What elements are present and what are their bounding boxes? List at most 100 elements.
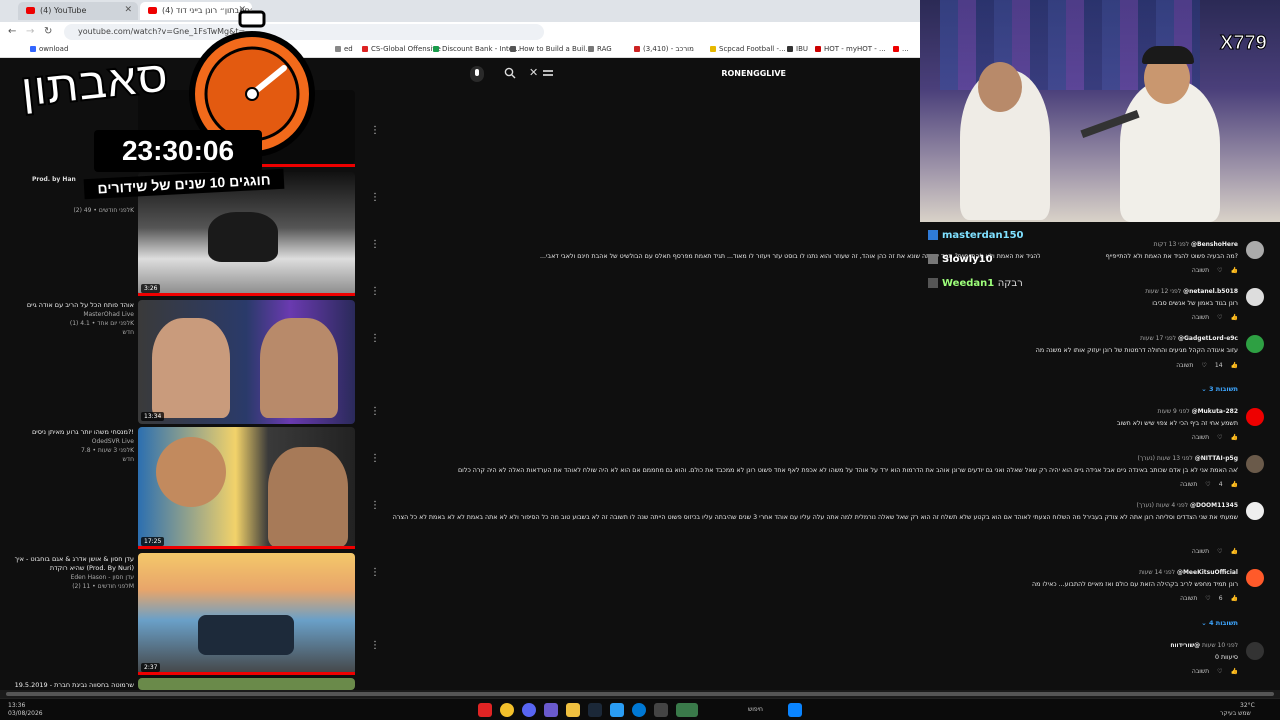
avatar[interactable]: [1246, 408, 1264, 426]
thumbnail-person: [152, 318, 230, 418]
like-icon[interactable]: 👍: [1231, 548, 1238, 555]
like-icon[interactable]: 👍: [1231, 267, 1238, 274]
avatar[interactable]: [1246, 288, 1264, 306]
more-options-icon[interactable]: ⋮: [370, 334, 380, 344]
bookmark[interactable]: CS-Global Offensive: [362, 45, 441, 53]
more-options-icon[interactable]: ⋮: [370, 641, 380, 651]
dislike-icon[interactable]: ♡: [1205, 481, 1210, 488]
comment-header: לפני 10 שעות @שורידווח: [1170, 642, 1238, 649]
dislike-icon[interactable]: ♡: [1217, 434, 1222, 441]
more-options-icon[interactable]: ⋮: [370, 501, 380, 511]
comment-text: 0 סיעוות: [1214, 654, 1238, 661]
bookmark[interactable]: How to Build a Buil...: [510, 45, 592, 53]
comment-text: תשמע אחי זה ביף הכי לא צפוי שיש ולא חשוב: [1116, 420, 1238, 427]
chat-text: רבקה: [997, 278, 1023, 289]
dislike-icon[interactable]: ♡: [1217, 314, 1222, 321]
chrome-icon[interactable]: [500, 703, 514, 717]
weather-desc: שמש בעיקר: [1220, 710, 1251, 717]
avatar[interactable]: [1246, 569, 1264, 587]
folder-icon[interactable]: [566, 703, 580, 717]
video-duration: 17:25: [141, 537, 165, 546]
bookmark[interactable]: ...: [893, 45, 909, 53]
horizontal-scrollbar[interactable]: [0, 690, 1280, 698]
dislike-icon[interactable]: ♡: [1217, 548, 1222, 555]
like-icon[interactable]: 👍: [1231, 595, 1238, 602]
bookmark[interactable]: IBU: [787, 45, 808, 53]
channel-name[interactable]: RONENGGLIVE: [690, 69, 786, 78]
reply-button[interactable]: תשובה: [1176, 362, 1193, 369]
thumbnail-person: [156, 437, 226, 507]
discord-icon[interactable]: [522, 703, 536, 717]
bookmark[interactable]: RAG: [588, 45, 612, 53]
reply-button[interactable]: תשובה: [1192, 548, 1209, 555]
video-thumbnail[interactable]: [138, 678, 355, 690]
avatar[interactable]: [1246, 335, 1264, 353]
recommended-item-text[interactable]: 19.5.2019 - שרמוטה בחסווה נביגת חברת: [0, 681, 134, 690]
recommended-item-text[interactable]: (2) לפני חודשים • 49K: [0, 206, 134, 215]
app-icon[interactable]: [654, 703, 668, 717]
search-icon[interactable]: [504, 67, 516, 79]
more-options-icon[interactable]: ⋮: [370, 407, 380, 417]
dislike-icon[interactable]: ♡: [1201, 362, 1206, 369]
video-thumbnail[interactable]: 17:25: [138, 427, 355, 549]
bookmark[interactable]: Scpcad Football -...: [710, 45, 786, 53]
subathon-timer: 23:30:06: [94, 130, 262, 172]
overlay-title: סאבתון: [17, 48, 171, 117]
more-options-icon[interactable]: ⋮: [370, 126, 380, 136]
more-options-icon[interactable]: ⋮: [370, 193, 380, 203]
comment-header: לפני 13 שעות (נערך) @NITTAI-p5g: [1137, 455, 1238, 462]
video-thumbnail[interactable]: 13:34: [138, 300, 355, 424]
like-icon[interactable]: 👍: [1231, 481, 1238, 488]
dislike-icon[interactable]: ♡: [1205, 595, 1210, 602]
video-title: אוהד פותח הכל על הריב עם אודה גיים: [26, 301, 134, 309]
app-icon[interactable]: [610, 703, 624, 717]
reply-button[interactable]: תשובה: [1192, 314, 1209, 321]
reply-button[interactable]: תשובה: [1180, 481, 1197, 488]
app-icon[interactable]: [478, 703, 492, 717]
more-options-icon[interactable]: ⋮: [370, 568, 380, 578]
video-meta: (2) לפני חודשים • 49K: [73, 207, 134, 214]
reply-button[interactable]: תשובה: [1192, 668, 1209, 675]
taskbar-search[interactable]: חיפוש: [748, 706, 763, 713]
taskbar: 13:36 03/08/2026 חיפוש 32°C שמש בעיקר: [0, 698, 1280, 720]
edge-icon[interactable]: [632, 703, 646, 717]
more-options-icon[interactable]: ⋮: [370, 240, 380, 250]
app-icon[interactable]: [676, 703, 698, 717]
avatar[interactable]: [1246, 502, 1264, 520]
avatar[interactable]: [1246, 455, 1264, 473]
reply-button[interactable]: תשובה: [1192, 434, 1209, 441]
recommended-item-text[interactable]: עדן חסון & אושן אדרג & אגם בוחבוט - איך …: [0, 555, 134, 591]
app-icon[interactable]: [544, 703, 558, 717]
microphone-icon[interactable]: [470, 66, 484, 82]
recommended-item-text[interactable]: מנסחי משהו יותר גרוע מאיתן ניסים?! OdedS…: [0, 428, 134, 464]
reply-button[interactable]: תשובה: [1180, 595, 1197, 602]
avatar[interactable]: [1246, 642, 1264, 660]
badge-icon: [928, 230, 938, 240]
video-channel: OdedSVR Live: [91, 438, 134, 445]
bookmark[interactable]: HOT - myHOT - ...: [815, 45, 886, 53]
dislike-icon[interactable]: ♡: [1217, 267, 1222, 274]
like-icon[interactable]: 👍: [1231, 362, 1238, 369]
video-thumbnail[interactable]: 2:37: [138, 553, 355, 675]
bookmark[interactable]: ed: [335, 45, 353, 53]
clear-search-icon[interactable]: ✕: [529, 66, 538, 79]
windows-start-icon[interactable]: [788, 703, 802, 717]
more-options-icon[interactable]: ⋮: [370, 454, 380, 464]
reply-button[interactable]: תשובה: [1192, 267, 1209, 274]
comment-text: שמעתי את שני הצדדים וסליחה רונן אתה לא צ…: [392, 514, 1238, 521]
show-replies-button[interactable]: ⌄ 4 תשובות: [1201, 619, 1238, 627]
show-replies-button[interactable]: ⌄ 3 תשובות: [1201, 385, 1238, 393]
like-icon[interactable]: 👍: [1231, 434, 1238, 441]
like-icon[interactable]: 👍: [1231, 668, 1238, 675]
video-meta: לפני 3 שעות • 7.8K: [81, 447, 134, 454]
video-duration: 2:37: [141, 663, 161, 672]
dislike-icon[interactable]: ♡: [1217, 668, 1222, 675]
bookmark[interactable]: (3,410) - מורכב: [634, 45, 694, 53]
avatar[interactable]: [1246, 241, 1264, 259]
bookmark[interactable]: Discount Bank - Inte...: [433, 45, 520, 53]
recommended-item-text[interactable]: אוהד פותח הכל על הריב עם אודה גיים Maste…: [0, 301, 134, 337]
steam-icon[interactable]: [588, 703, 602, 717]
menu-icon[interactable]: [543, 70, 553, 76]
more-options-icon[interactable]: ⋮: [370, 287, 380, 297]
like-icon[interactable]: 👍: [1231, 314, 1238, 321]
